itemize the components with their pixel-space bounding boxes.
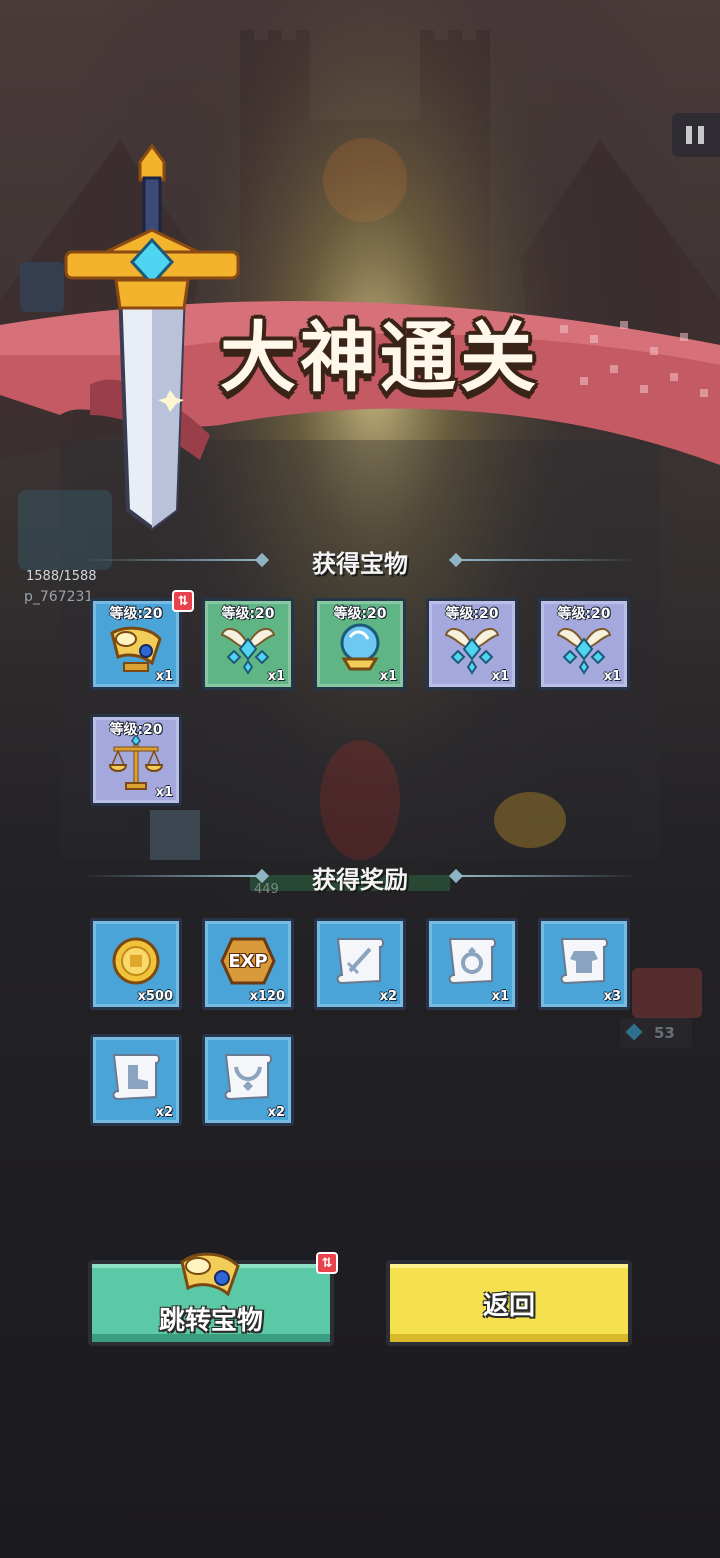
treasure-card-wings-amulet[interactable]: 等级:20 x1 xyxy=(538,598,630,690)
crystal-ball-icon xyxy=(340,623,380,671)
jump-treasure-label: 跳转宝物 xyxy=(158,1305,263,1336)
boots-scroll-icon xyxy=(112,1054,160,1101)
horn-icon xyxy=(180,1252,240,1297)
reward-card-sword-scroll[interactable]: x2 xyxy=(314,918,406,1010)
treasure-count: x1 xyxy=(155,785,173,800)
reward-card-boots-scroll[interactable]: x2 xyxy=(90,1034,182,1126)
gem-count: 53 xyxy=(654,1024,675,1042)
reward-count: x500 xyxy=(137,989,173,1004)
swap-badge-icon: ⇅ xyxy=(172,590,194,612)
treasure-count: x1 xyxy=(379,669,397,684)
gold-coin-icon xyxy=(112,937,160,985)
scales-icon xyxy=(108,733,164,790)
wings-amulet-icon xyxy=(220,628,276,675)
treasure-level: 等级:20 xyxy=(221,606,275,622)
reward-count: x1 xyxy=(491,989,509,1004)
reward-card-armor-scroll[interactable]: x3 xyxy=(538,918,630,1010)
reward-card-ring-scroll[interactable]: x1 xyxy=(426,918,518,1010)
reward-count: x120 xyxy=(249,989,285,1004)
victory-title: 大神通关 xyxy=(220,313,540,402)
wings-amulet-icon xyxy=(444,628,500,675)
exp-label: EXP xyxy=(228,951,268,972)
treasure-card-wings-amulet[interactable]: 等级:20 x1 xyxy=(202,598,294,690)
gem-counter: 53 xyxy=(620,1018,692,1048)
reward-card-gold[interactable]: x500 xyxy=(90,918,182,1010)
treasure-count: x1 xyxy=(603,669,621,684)
treasure-section-title: 获得宝物 xyxy=(312,550,408,578)
back-label: 返回 xyxy=(482,1290,535,1321)
treasure-count: x1 xyxy=(267,669,285,684)
reward-count: x2 xyxy=(155,1105,173,1120)
treasure-level: 等级:20 xyxy=(445,606,499,622)
back-button[interactable]: 返回 xyxy=(386,1260,632,1346)
necklace-scroll-icon xyxy=(224,1054,272,1101)
wings-amulet-icon xyxy=(556,628,612,675)
armor-scroll-icon xyxy=(560,938,608,985)
reward-count: x2 xyxy=(267,1105,285,1120)
divider-right xyxy=(462,875,638,877)
treasure-count: x1 xyxy=(491,669,509,684)
horn-icon xyxy=(110,626,162,672)
treasure-level: 等级:20 xyxy=(333,606,387,622)
reward-count: x2 xyxy=(379,989,397,1004)
reward-count: x3 xyxy=(603,989,621,1004)
pause-button[interactable] xyxy=(672,113,720,157)
treasure-level: 等级:20 xyxy=(109,606,163,622)
treasure-card-horn[interactable]: 等级:20 x1 xyxy=(90,598,182,690)
swap-badge-icon: ⇅ xyxy=(316,1252,338,1274)
treasure-level: 等级:20 xyxy=(109,722,163,738)
treasure-count: x1 xyxy=(155,669,173,684)
ring-scroll-icon xyxy=(448,938,496,985)
shop-icon[interactable] xyxy=(632,968,702,1018)
reward-section-title: 获得奖励 xyxy=(312,866,408,894)
gem-icon xyxy=(625,1023,643,1041)
sword-scroll-icon xyxy=(336,938,384,985)
player-name: p_767231 xyxy=(24,589,94,605)
treasure-card-scales[interactable]: 等级:20 x1 xyxy=(90,714,182,806)
victory-screen: x2 1588/1588 p_767231 449 53 大神通关 xyxy=(0,0,720,1558)
reward-card-exp[interactable]: EXP x120 xyxy=(202,918,294,1010)
divider-right xyxy=(462,559,638,561)
treasure-card-crystal-ball[interactable]: 等级:20 x1 xyxy=(314,598,406,690)
treasure-card-wings-amulet[interactable]: 等级:20 x1 xyxy=(426,598,518,690)
treasure-level: 等级:20 xyxy=(557,606,611,622)
reward-card-necklace-scroll[interactable]: x2 xyxy=(202,1034,294,1126)
